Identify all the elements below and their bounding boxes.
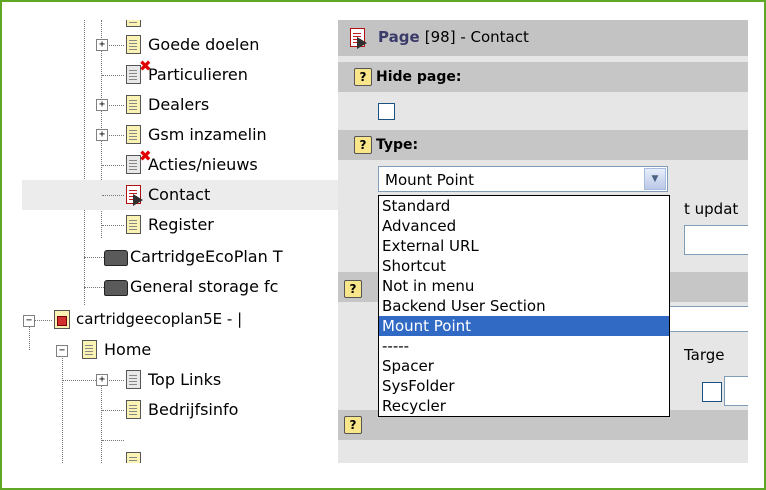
page-header: Page [98] - Contact — [338, 20, 748, 56]
expand-icon[interactable]: + — [96, 39, 108, 51]
expand-icon[interactable]: + — [96, 129, 108, 141]
help-icon[interactable]: ? — [354, 136, 372, 154]
dropdown-option-selected[interactable]: Mount Point — [379, 316, 669, 336]
screenshot-frame: + Goede doelen ✖ Particulieren + Dealers — [0, 0, 766, 490]
tree-item[interactable]: + Dealers — [22, 90, 338, 120]
tree-item-label: Dealers — [148, 95, 210, 114]
tree-item[interactable]: − Home — [22, 335, 338, 365]
help-icon[interactable]: ? — [344, 416, 362, 434]
chevron-down-icon[interactable]: ▼ — [644, 168, 666, 190]
help-icon[interactable]: ? — [344, 280, 362, 298]
tree-branch — [102, 75, 124, 76]
collapse-icon[interactable]: − — [23, 315, 35, 327]
page-icon — [126, 215, 141, 234]
dropdown-option[interactable]: Spacer — [379, 356, 669, 376]
page-edit-panel: Page [98] - Contact ? Hide page: ? Type:… — [338, 20, 748, 463]
tree-branch — [102, 165, 124, 166]
dropdown-option[interactable]: Shortcut — [379, 256, 669, 276]
tree-item-label: Acties/nieuws — [148, 155, 258, 174]
page-icon — [126, 125, 141, 144]
tree-branch — [34, 320, 52, 321]
page-header-title: [98] - Contact — [420, 28, 529, 46]
page-icon — [126, 370, 141, 389]
tree-item-label: Bedrijfsinfo — [148, 400, 239, 419]
tree-item[interactable]: + Top Links — [22, 365, 338, 395]
page-icon — [126, 95, 141, 114]
tree-branch — [102, 195, 124, 196]
page-header-prefix: Page — [378, 28, 420, 46]
type-head: ? Type: — [338, 130, 748, 160]
tree-item[interactable]: General storage fc — [22, 272, 338, 302]
tree-branch — [84, 257, 104, 258]
tree-branch — [102, 225, 124, 226]
tree-item-label: CartridgeEcoPlan T — [130, 247, 283, 266]
page-icon — [126, 35, 141, 54]
tree-item[interactable]: Register — [22, 210, 338, 240]
type-dropdown-list[interactable]: Standard Advanced External URL Shortcut … — [378, 195, 670, 417]
help-icon[interactable]: ? — [354, 68, 372, 86]
last-update-label: t updat — [684, 200, 739, 218]
page-icon — [82, 340, 97, 359]
tree-item-label: Particulieren — [148, 65, 248, 84]
tree-branch — [102, 410, 124, 411]
tree-branch — [102, 440, 124, 441]
type-label: Type: — [376, 137, 419, 153]
tree-item[interactable]: ✖ Acties/nieuws — [22, 149, 338, 180]
page-icon — [126, 452, 141, 463]
tree-branch — [84, 287, 104, 288]
last-update-input[interactable] — [684, 225, 748, 255]
expand-icon[interactable]: + — [96, 374, 108, 386]
dropdown-option[interactable]: Standard — [379, 196, 669, 216]
tree-item[interactable]: + Goede doelen — [22, 30, 338, 60]
tree-item-label: General storage fc — [130, 277, 279, 296]
tree-item-label: Top Links — [148, 370, 222, 389]
tree-item[interactable]: ✖ Particulieren — [22, 59, 338, 90]
dropdown-option[interactable]: SysFolder — [379, 376, 669, 396]
viewport: + Goede doelen ✖ Particulieren + Dealers — [22, 20, 748, 463]
tree-item-label: Goede doelen — [148, 35, 260, 54]
tree-item-label: cartridgeecoplan5E - | — [76, 310, 243, 328]
dropdown-option[interactable]: Not in menu — [379, 276, 669, 296]
hide-page-checkbox[interactable] — [378, 103, 395, 120]
mount-point-page-icon — [126, 185, 143, 206]
tree-item-label: Contact — [148, 185, 211, 204]
tree-item-label: Home — [104, 340, 152, 359]
tree-item[interactable]: + Gsm inzamelin — [22, 120, 338, 150]
type-select-value: Mount Point — [385, 171, 475, 189]
tree-branch — [62, 380, 124, 381]
page-icon — [126, 400, 141, 419]
tree-item-label: Gsm inzamelin — [148, 125, 267, 144]
target-input[interactable] — [724, 376, 748, 406]
target-checkbox[interactable] — [702, 382, 722, 402]
mount-icon — [104, 280, 128, 296]
dropdown-separator: ----- — [382, 337, 410, 355]
hide-page-label: Hide page: — [376, 69, 462, 85]
type-select[interactable]: Mount Point ▼ — [378, 166, 668, 192]
tree-item[interactable] — [22, 425, 338, 463]
page-tree: + Goede doelen ✖ Particulieren + Dealers — [22, 20, 338, 463]
tree-item[interactable]: Bedrijfsinfo — [22, 395, 338, 425]
dropdown-option[interactable]: External URL — [379, 236, 669, 256]
dropdown-option[interactable]: Recycler — [379, 396, 669, 416]
tree-item[interactable]: CartridgeEcoPlan T — [22, 242, 338, 272]
target-label: Targe — [684, 346, 725, 364]
tree-item-selected[interactable]: Contact — [22, 180, 338, 210]
collapse-icon[interactable]: − — [56, 345, 68, 357]
dropdown-option[interactable]: Advanced — [379, 216, 669, 236]
tree-item-label: Register — [148, 215, 214, 234]
mount-icon — [104, 250, 128, 266]
mount-point-page-icon — [350, 28, 367, 49]
tree-item[interactable]: − cartridgeecoplan5E - | — [22, 305, 338, 335]
dropdown-option[interactable]: Backend User Section — [379, 296, 669, 316]
hide-page-head: ? Hide page: — [338, 62, 748, 92]
expand-icon[interactable]: + — [96, 99, 108, 111]
page-icon — [126, 20, 141, 27]
site-root-icon — [54, 310, 70, 329]
